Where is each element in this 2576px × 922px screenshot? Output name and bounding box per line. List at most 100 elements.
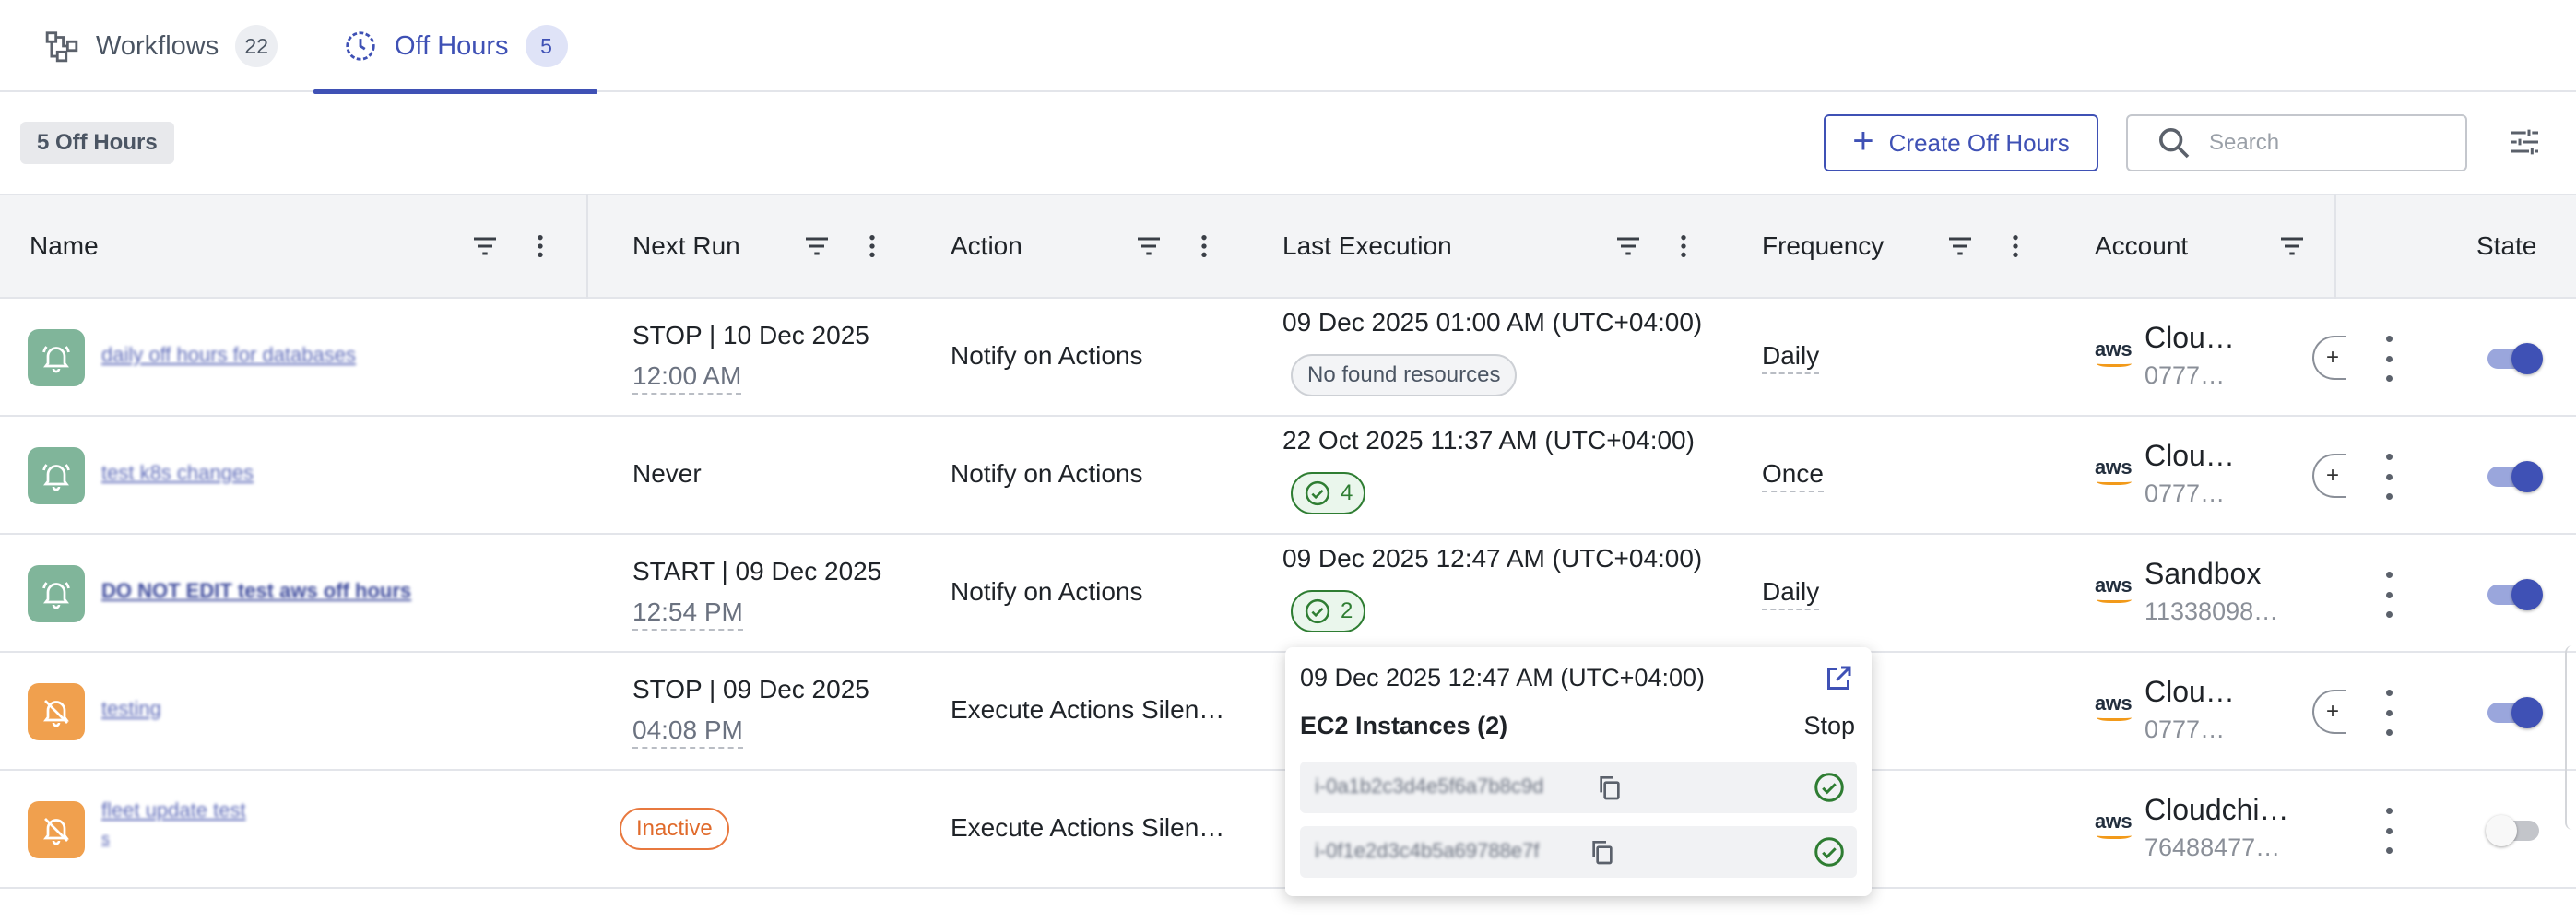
offhours-name-link[interactable]: fleet update test [101,798,246,822]
state-toggle[interactable] [2486,813,2543,846]
row-actions-button[interactable] [2377,336,2401,382]
copy-icon[interactable] [1595,773,1625,802]
next-run-value: START | 09 Dec 2025 [632,557,882,585]
success-count-chip[interactable]: 2 [1291,590,1366,632]
account-id: 76488477… [2145,833,2281,861]
search-input[interactable] [2209,130,2430,156]
frequency-value[interactable]: Once [1762,457,1824,492]
column-action-controls [1134,195,1219,297]
resource-group-title: EC2 Instances (2) [1300,712,1508,739]
search-box [2126,114,2467,171]
table-row[interactable]: daily off hours for databases STOP | 10 … [0,299,2576,417]
tab-workflows[interactable]: Workflows 22 [44,0,278,92]
more-vert-icon[interactable] [1189,231,1219,261]
action-value: Execute Actions Silen… [951,813,1225,842]
resource-item: i-0a1b2c3d4e5f6a7b8c9d [1300,762,1857,813]
account-name: Sandbox [2145,557,2262,590]
row-actions-button[interactable] [2377,690,2401,736]
bell-icon [28,329,85,386]
off-hours-count-chip: 5 Off Hours [20,122,174,164]
clock-icon [346,31,375,61]
column-header-last-execution[interactable]: Last Execution [1282,195,1452,297]
more-vert-icon[interactable] [857,231,887,261]
filter-icon[interactable] [802,231,832,261]
next-run-time: 12:54 PM [632,596,743,631]
resource-id: i-0f1e2d3c4b5a69788e7f [1315,839,1540,862]
success-count: 4 [1341,480,1353,505]
offhours-description: s [101,830,110,848]
column-header-name[interactable]: Name [30,195,99,297]
offhours-name-link[interactable]: testing [101,697,161,721]
filter-settings-icon[interactable] [2506,124,2543,160]
bell-off-icon [28,683,85,740]
tab-off-hours[interactable]: Off Hours 5 [313,0,597,94]
account-id: 11338098… [2145,597,2279,625]
inactive-badge: Inactive [620,808,729,850]
check-circle-icon [1305,480,1330,506]
tab-off-hours-count: 5 [525,25,568,67]
create-off-hours-button[interactable]: + Create Off Hours [1824,114,2098,171]
search-icon [2159,128,2190,159]
table-row[interactable]: test k8s changes Never Notify on Actions… [0,417,2576,535]
filter-icon[interactable] [1945,231,1975,261]
next-run-value: STOP | 10 Dec 2025 [632,321,869,349]
filter-icon[interactable] [2277,231,2307,261]
more-accounts-button[interactable]: + [2312,690,2346,734]
account-id: 0777… [2145,479,2226,507]
filter-icon[interactable] [470,231,500,261]
account-name: Clou… [2145,675,2235,708]
success-count: 2 [1341,598,1353,623]
bell-icon [28,565,85,622]
next-run-time: 04:08 PM [632,714,743,749]
resource-id: i-0a1b2c3d4e5f6a7b8c9d [1315,774,1544,798]
offhours-name-link[interactable]: test k8s changes [101,461,254,485]
copy-icon[interactable] [1588,837,1617,867]
aws-logo-icon: aws [2095,692,2133,721]
tab-workflows-label: Workflows [96,30,219,61]
state-toggle[interactable] [2486,459,2543,492]
bell-off-icon [28,801,85,858]
action-value: Execute Actions Silen… [951,695,1225,724]
column-header-state[interactable]: State [2476,195,2536,297]
table-row[interactable]: DO NOT EDIT test aws off hours START | 0… [0,535,2576,653]
action-value: Notify on Actions [951,341,1143,370]
tab-off-hours-label: Off Hours [395,30,509,61]
state-toggle[interactable] [2486,695,2543,728]
state-toggle[interactable] [2486,341,2543,374]
column-header-next-run[interactable]: Next Run [632,195,740,297]
table-header: Name Next Run Action Last Execution Freq… [0,194,2576,299]
filter-icon[interactable] [1134,231,1164,261]
column-name-controls [470,195,555,297]
offhours-name-link[interactable]: DO NOT EDIT test aws off hours [101,579,411,603]
offhours-name-link[interactable]: daily off hours for databases [101,343,356,367]
open-external-icon[interactable] [1822,662,1855,695]
frequency-value[interactable]: Daily [1762,575,1820,610]
last-execution-time: 22 Oct 2025 11:37 AM (UTC+04:00) [1282,426,1695,455]
column-frequency-controls [1945,195,2030,297]
more-vert-icon[interactable] [2001,231,2030,261]
row-actions-button[interactable] [2377,572,2401,618]
last-execution-time: 09 Dec 2025 01:00 AM (UTC+04:00) [1282,308,1703,337]
no-resources-chip[interactable]: No found resources [1291,354,1518,396]
row-actions-button[interactable] [2377,808,2401,854]
execution-details-popover: 09 Dec 2025 12:47 AM (UTC+04:00) EC2 Ins… [1285,647,1872,896]
filter-icon[interactable] [1613,231,1643,261]
scrollbar[interactable] [2565,645,2576,830]
column-last-execution-controls [1613,195,1698,297]
success-count-chip[interactable]: 4 [1291,472,1366,514]
state-toggle[interactable] [2486,577,2543,610]
more-vert-icon[interactable] [1669,231,1698,261]
next-run-time: 12:00 AM [632,360,742,395]
next-run-value: STOP | 09 Dec 2025 [632,675,869,703]
tab-workflows-count: 22 [235,25,278,67]
last-execution-time: 09 Dec 2025 12:47 AM (UTC+04:00) [1282,544,1703,573]
more-accounts-button[interactable]: + [2312,454,2346,498]
resource-action: Stop [1803,712,1855,739]
more-vert-icon[interactable] [526,231,555,261]
column-header-frequency[interactable]: Frequency [1762,195,1884,297]
column-header-account[interactable]: Account [2095,195,2188,297]
row-actions-button[interactable] [2377,454,2401,500]
more-accounts-button[interactable]: + [2312,336,2346,380]
column-header-action[interactable]: Action [951,195,1022,297]
frequency-value[interactable]: Daily [1762,339,1820,374]
